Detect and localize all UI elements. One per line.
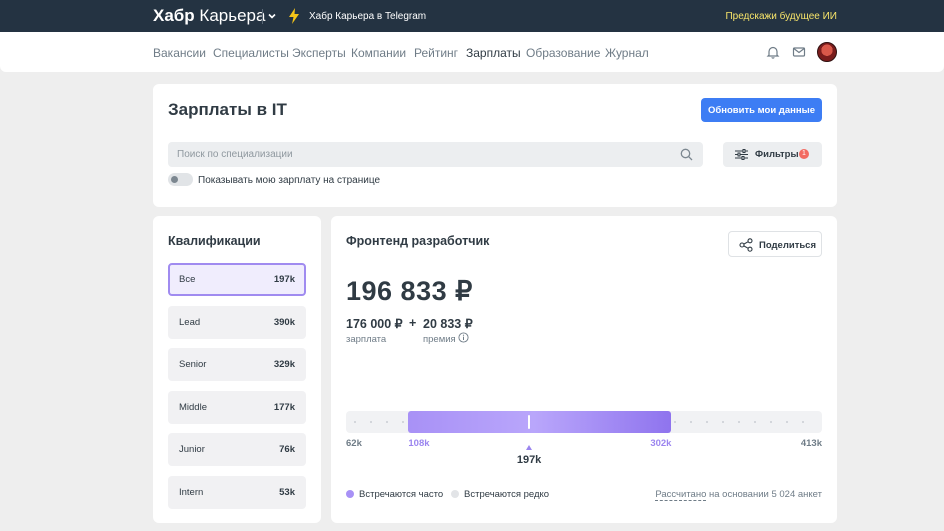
logo-bold: Хабр (153, 6, 195, 25)
median-label: 197k (516, 454, 542, 466)
qualification-item-intern[interactable]: Intern 53k (168, 476, 306, 509)
qualification-name: Junior (179, 444, 205, 455)
search-input[interactable] (177, 149, 657, 160)
qualification-value: 329k (273, 359, 295, 370)
legend-often-label: Встречаются часто (359, 489, 444, 500)
nav-item-companies[interactable]: Компании (351, 46, 406, 60)
median-line (528, 415, 531, 429)
qualification-item-junior[interactable]: Junior 76k (168, 433, 306, 466)
track-dot (754, 421, 756, 423)
nav-item-experts[interactable]: Эксперты (292, 46, 346, 60)
info-icon[interactable] (458, 332, 469, 343)
nav-item-salaries[interactable]: Зарплаты (466, 46, 521, 60)
logo-light: Карьера (199, 6, 266, 25)
toggle-knob (171, 176, 178, 183)
qualification-value: 53k (279, 487, 295, 498)
share-icon (739, 238, 753, 252)
sliders-icon (735, 149, 748, 160)
logo[interactable]: Хабр Карьера (153, 6, 265, 26)
salaries-header-card: Зарплаты в IT Обновить мои данные Фильтр… (153, 84, 837, 207)
qualification-name: Lead (179, 317, 201, 328)
chevron-down-icon[interactable] (266, 9, 278, 23)
total-salary: 196 833 ₽ (346, 276, 473, 306)
track-dot (738, 421, 740, 423)
track-dot (802, 421, 804, 423)
nav-item-education[interactable]: Образование (526, 46, 600, 60)
qualification-value: 177k (273, 402, 295, 413)
page-title: Зарплаты в IT (168, 100, 287, 119)
logo-divider (262, 9, 263, 24)
track-dot (706, 421, 708, 423)
show-my-salary-label[interactable]: Показывать мою зарплату на странице (198, 175, 380, 186)
filters-label: Фильтры (755, 149, 799, 160)
top-bar: Хабр Карьера Хабр Карьера в Telegram Пре… (0, 0, 944, 32)
promo-link[interactable]: Предскажи будущее ИИ (725, 11, 837, 22)
bonus-caption: премия (423, 334, 456, 345)
search-icon[interactable] (680, 148, 693, 161)
qualification-item-all[interactable]: Все 197k (168, 263, 306, 296)
avatar[interactable] (817, 42, 837, 62)
qualification-value: 197k (273, 274, 295, 285)
nav-item-vacancies[interactable]: Вакансии (153, 46, 206, 60)
qualification-item-lead[interactable]: Lead 390k (168, 306, 306, 339)
track-dot (354, 421, 356, 423)
track-dot (786, 421, 788, 423)
qualification-item-senior[interactable]: Senior 329k (168, 348, 306, 381)
salary-range-track (346, 411, 822, 433)
track-dot (770, 421, 772, 423)
base-salary-value: 176 000 ₽ (346, 317, 403, 331)
range-high-label: 302k (650, 438, 672, 449)
range-min-label: 62k (346, 438, 362, 449)
track-dot (674, 421, 676, 423)
track-dot (690, 421, 692, 423)
nav-item-specialists[interactable]: Специалисты (213, 46, 289, 60)
qualification-name: Intern (179, 487, 204, 498)
legend-rarely-label: Встречаются редко (464, 489, 550, 500)
plus-sign: + (409, 316, 417, 330)
filters-button[interactable]: Фильтры 1 (723, 142, 822, 167)
show-my-salary-toggle[interactable] (168, 173, 193, 186)
bell-icon[interactable] (766, 45, 780, 59)
filters-count-badge: 1 (799, 149, 809, 159)
survey-footnote: Рассчитано на основании 5 024 анкет (655, 489, 822, 501)
survey-count-text: на основании 5 024 анкет (706, 489, 822, 500)
calculation-info-link[interactable]: Рассчитано (655, 489, 707, 501)
legend-often-dot (346, 490, 354, 498)
salary-range-bar (408, 411, 672, 433)
telegram-link[interactable]: Хабр Карьера в Telegram (309, 11, 426, 22)
legend-rarely-dot (451, 490, 459, 498)
track-dot (402, 421, 404, 423)
qualification-value: 76k (279, 444, 295, 455)
salary-details-card: Фронтенд разработчик Поделиться 196 833 … (331, 216, 837, 523)
qualifications-title: Квалификации (168, 234, 261, 248)
bonus-value: 20 833 ₽ (423, 317, 473, 331)
base-salary-caption: зарплата (346, 334, 387, 345)
nav-item-journal[interactable]: Журнал (605, 46, 649, 60)
qualifications-card: Квалификации Все 197k Lead 390k Senior 3… (153, 216, 321, 523)
update-my-data-button[interactable]: Обновить мои данные (701, 98, 822, 122)
nav-item-rating[interactable]: Рейтинг (414, 46, 458, 60)
share-label: Поделиться (759, 240, 817, 251)
track-dot (386, 421, 388, 423)
range-low-label: 108k (408, 438, 430, 449)
median-marker-icon (526, 445, 533, 450)
mail-icon[interactable] (792, 45, 806, 59)
qualification-item-middle[interactable]: Middle 177k (168, 391, 306, 424)
search-box (168, 142, 703, 167)
qualification-name: Middle (179, 402, 207, 413)
qualification-name: Все (179, 274, 196, 285)
share-button[interactable]: Поделиться (728, 231, 822, 257)
main-nav: Вакансии Специалисты Эксперты Компании Р… (0, 32, 944, 72)
lightning-icon (289, 8, 299, 24)
range-max-label: 413k (800, 438, 822, 449)
qualification-name: Senior (179, 359, 207, 370)
track-dot (722, 421, 724, 423)
track-dot (370, 421, 372, 423)
qualification-value: 390k (273, 317, 295, 328)
specialization-title: Фронтенд разработчик (346, 234, 490, 248)
